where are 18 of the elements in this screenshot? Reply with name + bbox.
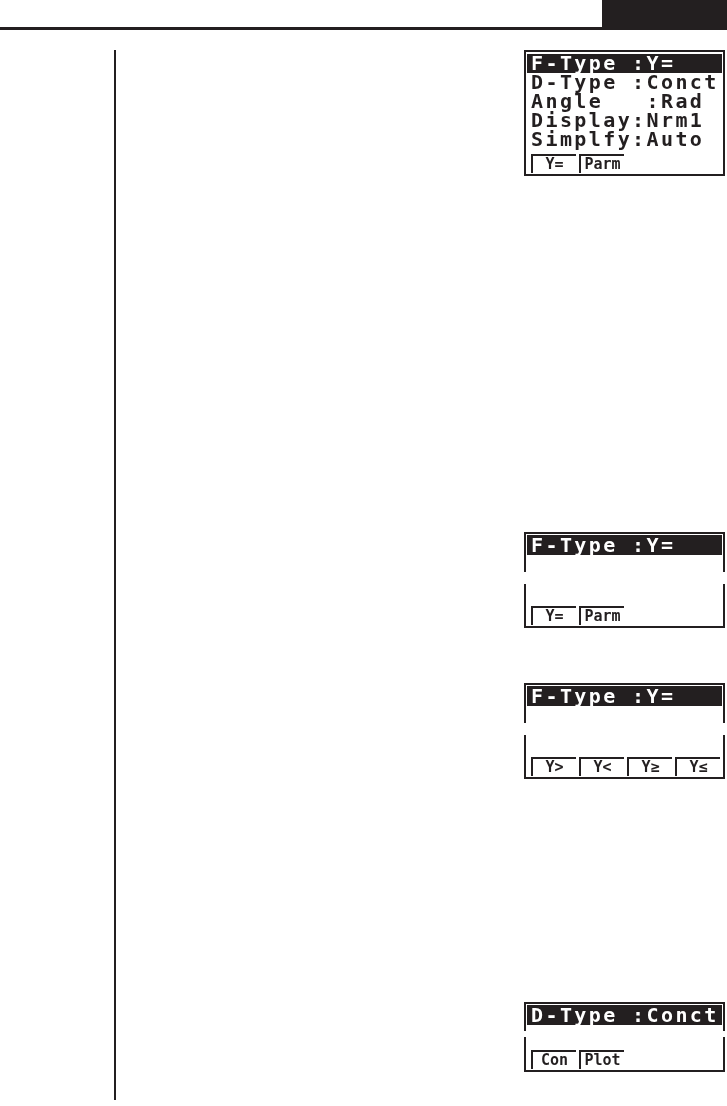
setting-row: F-Type :Y= <box>527 686 722 706</box>
setting-row: D-Type :Conct <box>527 1005 722 1025</box>
setting-row-text: Simplfy:Auto <box>530 130 706 149</box>
setting-row-text: D-Type :Conct <box>530 73 720 92</box>
function-key-tab[interactable]: Y≤ <box>675 757 720 776</box>
function-key-tab[interactable]: Parm <box>579 154 624 173</box>
function-key-tab[interactable]: Y= <box>531 154 576 173</box>
function-key-tab[interactable]: Y< <box>579 757 624 776</box>
function-key-tab[interactable]: Con <box>531 1050 576 1069</box>
setting-row: F-Type :Y= <box>527 535 722 555</box>
setting-row-text: Angle :Rad <box>530 92 706 111</box>
setting-row: F-Type :Y= <box>527 54 722 73</box>
function-key-tab[interactable]: Parm <box>579 606 624 625</box>
function-key-tab[interactable]: Y> <box>531 757 576 776</box>
function-key-tab[interactable]: Y≥ <box>627 757 672 776</box>
setting-row-text: Display:Nrm1 <box>530 111 706 130</box>
function-key-tab[interactable]: Y= <box>531 606 576 625</box>
function-key-tab[interactable]: Plot <box>579 1050 624 1069</box>
